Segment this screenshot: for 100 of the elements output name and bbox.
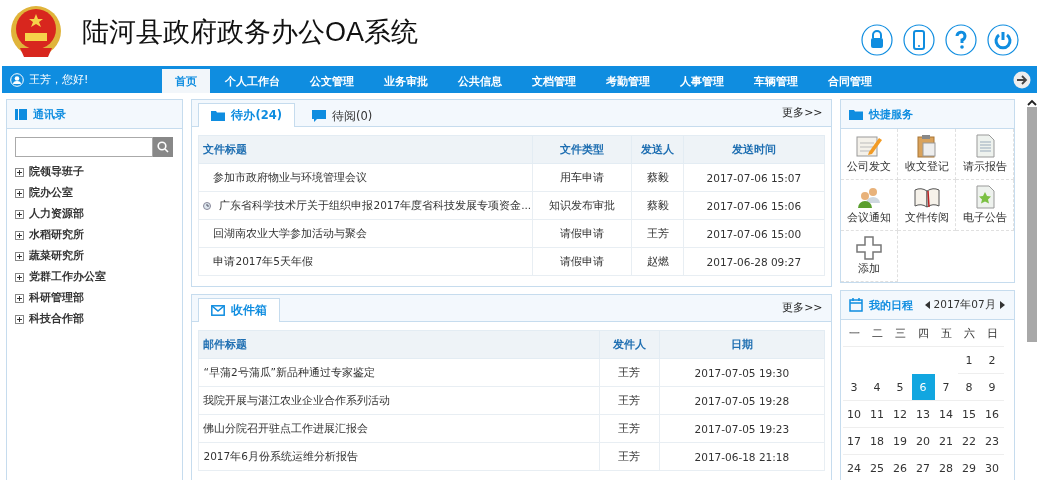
table-cell[interactable]: 我院开展与湛江农业企业合作系列活动 [198, 386, 599, 415]
table-cell[interactable]: 2017年6月份系统运维分析报告 [198, 442, 599, 471]
arrow-right-icon[interactable] [1013, 70, 1031, 89]
calendar-day[interactable]: 30 [980, 455, 1004, 480]
folder-icon [848, 108, 863, 120]
shortcut-label[interactable]: 会议通知 [846, 211, 891, 225]
calendar-day[interactable]: 17 [842, 428, 866, 455]
expand-icon[interactable] [15, 314, 24, 324]
more-link[interactable]: 更多>> [782, 300, 823, 315]
scroll-up-icon[interactable] [1027, 99, 1037, 107]
calendar-day[interactable]: 11 [865, 401, 889, 428]
calendar-day[interactable]: 18 [865, 428, 889, 455]
next-month-icon[interactable] [999, 301, 1005, 309]
calendar-day[interactable]: 29 [957, 455, 981, 480]
calendar-day[interactable]: 16 [980, 401, 1004, 428]
table-cell[interactable]: “早蒲2号蒲瓜”新品种通过专家鉴定 [198, 358, 599, 387]
contact-group[interactable]: 科研管理部 [29, 291, 84, 305]
contact-group[interactable]: 院领导班子 [29, 165, 84, 179]
previous-month-icon[interactable] [924, 301, 930, 309]
book-icon [912, 185, 941, 209]
search-field[interactable] [15, 137, 153, 157]
expand-icon[interactable] [15, 251, 24, 261]
lock-button[interactable] [861, 24, 893, 56]
column-header: 文件类型 [532, 135, 632, 164]
calendar-day[interactable]: 7 [934, 374, 958, 401]
contact-group[interactable]: 科技合作部 [29, 312, 84, 326]
power-button[interactable] [987, 24, 1019, 56]
shortcut-label[interactable]: 请示报告 [962, 160, 1007, 174]
book-icon [15, 108, 27, 120]
tab[interactable]: 待阅(0) [299, 104, 386, 127]
search-button[interactable] [153, 137, 173, 157]
table-cell: 2017-07-05 19:30 [659, 358, 825, 387]
calendar-day[interactable]: 21 [934, 428, 958, 455]
calendar-day[interactable]: 19 [888, 428, 912, 455]
nav-tab[interactable]: 个人工作台 [210, 69, 295, 93]
shortcut-label[interactable]: 电子公告 [962, 211, 1007, 225]
table-cell[interactable]: 佛山分院召开驻点工作进展汇报会 [198, 414, 599, 443]
calendar-day[interactable]: 1 [957, 347, 981, 374]
calendar-day[interactable]: 26 [888, 455, 912, 480]
calendar-day[interactable]: 23 [980, 428, 1004, 455]
table-cell: 2017-07-06 15:00 [683, 219, 825, 248]
nav-tab[interactable]: 公共信息 [443, 69, 517, 93]
expand-icon[interactable] [15, 188, 24, 198]
expand-icon[interactable] [15, 167, 24, 177]
contact-group[interactable]: 院办公室 [29, 186, 73, 200]
column-header: 日期 [659, 330, 825, 359]
nav-tab[interactable]: 文档管理 [517, 69, 591, 93]
nav-tab[interactable]: 人事管理 [665, 69, 739, 93]
nav-tab[interactable]: 业务审批 [369, 69, 443, 93]
shortcut-label[interactable]: 文件传阅 [904, 211, 949, 225]
calendar-day[interactable]: 24 [842, 455, 866, 480]
mobile-button[interactable] [903, 24, 935, 56]
table-cell: 蔡毅 [631, 163, 684, 192]
user-greeting: 王芳，您好! [29, 72, 89, 87]
nav-tab[interactable]: 合同管理 [813, 69, 887, 93]
calendar-day[interactable]: 20 [911, 428, 935, 455]
expand-icon[interactable] [15, 293, 24, 303]
calendar-day[interactable]: 5 [888, 374, 912, 401]
expand-icon[interactable] [15, 272, 24, 282]
more-link[interactable]: 更多>> [782, 105, 823, 120]
shortcut-label[interactable]: 收文登记 [904, 160, 949, 174]
calendar-day[interactable]: 3 [842, 374, 866, 401]
nav-tab[interactable]: 车辆管理 [739, 69, 813, 93]
calendar-day[interactable]: 10 [842, 401, 866, 428]
calendar-day[interactable]: 8 [957, 374, 981, 401]
weekday-label: 二 [865, 320, 889, 347]
tab[interactable]: 收件箱 [198, 298, 281, 322]
expand-icon[interactable] [15, 209, 24, 219]
calendar-day[interactable]: 28 [934, 455, 958, 480]
contact-group[interactable]: 党群工作办公室 [29, 270, 106, 284]
expand-icon[interactable] [15, 230, 24, 240]
nav-tab[interactable]: 公文管理 [295, 69, 369, 93]
chat-bubble-icon [312, 110, 326, 122]
table-cell: 2017-06-28 09:27 [683, 247, 825, 276]
scrollbar-thumb[interactable] [1027, 107, 1037, 342]
calendar-day[interactable]: 12 [888, 401, 912, 428]
table-cell: 王芳 [599, 414, 660, 443]
calendar-day[interactable]: 13 [911, 401, 935, 428]
column-header: 文件标题 [198, 135, 533, 164]
contact-group[interactable]: 人力资源部 [29, 207, 84, 221]
calendar-day[interactable]: 22 [957, 428, 981, 455]
nav-tab[interactable]: 考勤管理 [591, 69, 665, 93]
calendar-day[interactable]: 4 [865, 374, 889, 401]
help-button[interactable] [945, 24, 977, 56]
shortcut-label[interactable]: 添加 [857, 262, 880, 276]
calendar-day[interactable]: 27 [911, 455, 935, 480]
contact-group[interactable]: 水稻研究所 [29, 228, 84, 242]
table-cell: 2017-06-18 21:18 [659, 442, 825, 471]
column-header: 发送时间 [683, 135, 825, 164]
calendar-day[interactable]: 2 [980, 347, 1004, 374]
calendar-day[interactable]: 14 [934, 401, 958, 428]
calendar-day[interactable]: 25 [865, 455, 889, 480]
tab[interactable]: 待办(24) [198, 103, 295, 127]
calendar-day[interactable]: 9 [980, 374, 1004, 401]
shortcut-label[interactable]: 公司发文 [846, 160, 891, 174]
calendar-day[interactable]: 15 [957, 401, 981, 428]
table-cell: 2017-07-05 19:23 [659, 414, 825, 443]
contact-group[interactable]: 蔬菜研究所 [29, 249, 84, 263]
column-header: 发件人 [599, 330, 660, 359]
table-cell[interactable]: 申请2017年5天年假 [213, 254, 313, 269]
